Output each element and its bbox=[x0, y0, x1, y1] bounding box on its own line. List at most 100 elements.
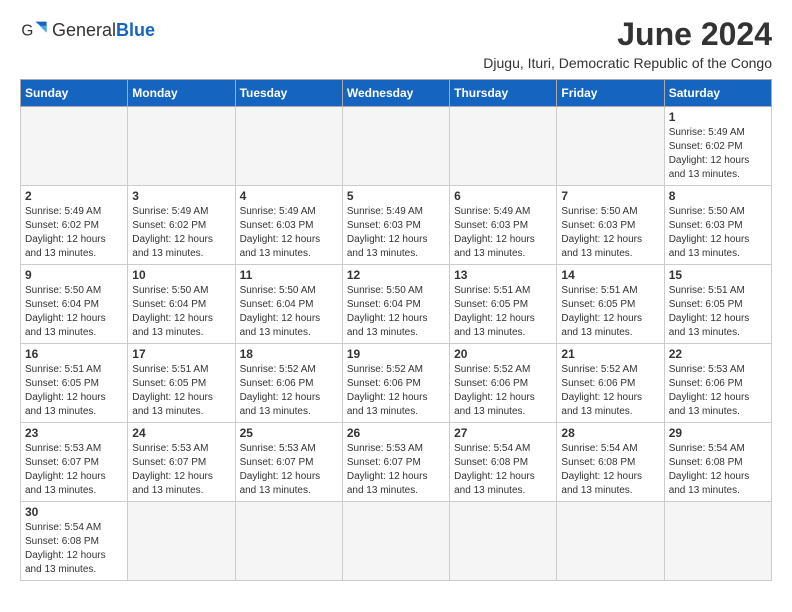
calendar-cell: 18 Sunrise: 5:52 AMSunset: 6:06 PMDayligh… bbox=[235, 344, 342, 423]
calendar-cell bbox=[21, 107, 128, 186]
day-number: 9 bbox=[25, 268, 123, 282]
calendar-cell: 27Sunrise: 5:54 AMSunset: 6:08 PMDayligh… bbox=[450, 423, 557, 502]
calendar-cell: 25 Sunrise: 5:53 AMSunset: 6:07 PMDayligh… bbox=[235, 423, 342, 502]
day-number: 6 bbox=[454, 189, 552, 203]
title-area: June 2024 Djugu, Ituri, Democratic Repub… bbox=[483, 16, 772, 71]
day-info: Sunrise: 5:50 AMSunset: 6:03 PMDaylight:… bbox=[561, 205, 659, 261]
day-number: 4 bbox=[240, 189, 338, 203]
calendar-cell bbox=[128, 502, 235, 581]
calendar-cell: 15 Sunrise: 5:51 AMSunset: 6:05 PMDayligh… bbox=[664, 265, 771, 344]
day-number: 25 bbox=[240, 426, 338, 440]
day-number: 24 bbox=[132, 426, 230, 440]
day-number: 18 bbox=[240, 347, 338, 361]
calendar-cell: 17Sunrise: 5:51 AMSunset: 6:05 PMDayligh… bbox=[128, 344, 235, 423]
calendar-header-thursday: Thursday bbox=[450, 80, 557, 107]
day-info: Sunrise: 5:49 AMSunset: 6:02 PMDaylight:… bbox=[669, 126, 767, 182]
calendar-cell: 21Sunrise: 5:52 AMSunset: 6:06 PMDayligh… bbox=[557, 344, 664, 423]
day-number: 28 bbox=[561, 426, 659, 440]
day-info: Sunrise: 5:49 AMSunset: 6:03 PMDaylight:… bbox=[240, 205, 338, 261]
day-info: Sunrise: 5:50 AMSunset: 6:04 PMDaylight:… bbox=[25, 284, 123, 340]
calendar-cell: 8Sunrise: 5:50 AMSunset: 6:03 PMDaylight… bbox=[664, 186, 771, 265]
svg-text:G: G bbox=[21, 23, 33, 40]
calendar-cell: 26 Sunrise: 5:53 AMSunset: 6:07 PMDayligh… bbox=[342, 423, 449, 502]
calendar-cell: 22 Sunrise: 5:53 AMSunset: 6:06 PMDayligh… bbox=[664, 344, 771, 423]
day-number: 1 bbox=[669, 110, 767, 124]
day-info: Sunrise: 5:54 AMSunset: 6:08 PMDaylight:… bbox=[25, 521, 123, 577]
calendar-header-sunday: Sunday bbox=[21, 80, 128, 107]
day-info: Sunrise: 5:51 AMSunset: 6:05 PMDaylight:… bbox=[561, 284, 659, 340]
calendar-cell: 23 Sunrise: 5:53 AMSunset: 6:07 PMDayligh… bbox=[21, 423, 128, 502]
day-info: Sunrise: 5:52 AMSunset: 6:06 PMDaylight:… bbox=[454, 363, 552, 419]
day-info: Sunrise: 5:54 AMSunset: 6:08 PMDaylight:… bbox=[454, 442, 552, 498]
calendar-cell: 29 Sunrise: 5:54 AMSunset: 6:08 PMDayligh… bbox=[664, 423, 771, 502]
calendar-cell: 24 Sunrise: 5:53 AMSunset: 6:07 PMDayligh… bbox=[128, 423, 235, 502]
calendar-week-row: 16Sunrise: 5:51 AMSunset: 6:05 PMDayligh… bbox=[21, 344, 772, 423]
day-info: Sunrise: 5:53 AMSunset: 6:07 PMDaylight:… bbox=[240, 442, 338, 498]
calendar-table: SundayMondayTuesdayWednesdayThursdayFrid… bbox=[20, 79, 772, 581]
day-number: 21 bbox=[561, 347, 659, 361]
day-info: Sunrise: 5:52 AMSunset: 6:06 PMDaylight:… bbox=[347, 363, 445, 419]
day-number: 22 bbox=[669, 347, 767, 361]
day-info: Sunrise: 5:54 AMSunset: 6:08 PMDaylight:… bbox=[561, 442, 659, 498]
calendar-cell bbox=[342, 107, 449, 186]
calendar-cell: 13Sunrise: 5:51 AMSunset: 6:05 PMDayligh… bbox=[450, 265, 557, 344]
calendar-cell: 28 Sunrise: 5:54 AMSunset: 6:08 PMDayligh… bbox=[557, 423, 664, 502]
day-info: Sunrise: 5:49 AMSunset: 6:03 PMDaylight:… bbox=[454, 205, 552, 261]
calendar-header-tuesday: Tuesday bbox=[235, 80, 342, 107]
calendar-cell: 3 Sunrise: 5:49 AMSunset: 6:02 PMDaylight… bbox=[128, 186, 235, 265]
calendar-cell: 12Sunrise: 5:50 AMSunset: 6:04 PMDayligh… bbox=[342, 265, 449, 344]
day-number: 29 bbox=[669, 426, 767, 440]
day-number: 8 bbox=[669, 189, 767, 203]
calendar-cell: 30 Sunrise: 5:54 AMSunset: 6:08 PMDayligh… bbox=[21, 502, 128, 581]
day-info: Sunrise: 5:49 AMSunset: 6:02 PMDaylight:… bbox=[132, 205, 230, 261]
day-number: 7 bbox=[561, 189, 659, 203]
day-info: Sunrise: 5:53 AMSunset: 6:07 PMDaylight:… bbox=[132, 442, 230, 498]
day-number: 15 bbox=[669, 268, 767, 282]
calendar-cell: 16Sunrise: 5:51 AMSunset: 6:05 PMDayligh… bbox=[21, 344, 128, 423]
logo-blue: Blue bbox=[116, 20, 155, 40]
day-number: 30 bbox=[25, 505, 123, 519]
day-info: Sunrise: 5:51 AMSunset: 6:05 PMDaylight:… bbox=[25, 363, 123, 419]
logo: G GeneralBlue bbox=[20, 16, 155, 44]
calendar-cell: 9 Sunrise: 5:50 AMSunset: 6:04 PMDaylight… bbox=[21, 265, 128, 344]
day-info: Sunrise: 5:53 AMSunset: 6:07 PMDaylight:… bbox=[25, 442, 123, 498]
calendar-cell bbox=[450, 107, 557, 186]
calendar-week-row: 1 Sunrise: 5:49 AMSunset: 6:02 PMDaylight… bbox=[21, 107, 772, 186]
day-info: Sunrise: 5:53 AMSunset: 6:07 PMDaylight:… bbox=[347, 442, 445, 498]
day-number: 13 bbox=[454, 268, 552, 282]
day-number: 14 bbox=[561, 268, 659, 282]
calendar-cell bbox=[235, 502, 342, 581]
logo-icon: G bbox=[20, 16, 48, 44]
calendar-cell: 20Sunrise: 5:52 AMSunset: 6:06 PMDayligh… bbox=[450, 344, 557, 423]
day-info: Sunrise: 5:54 AMSunset: 6:08 PMDaylight:… bbox=[669, 442, 767, 498]
calendar-cell: 5Sunrise: 5:49 AMSunset: 6:03 PMDaylight… bbox=[342, 186, 449, 265]
day-number: 23 bbox=[25, 426, 123, 440]
day-number: 3 bbox=[132, 189, 230, 203]
calendar-cell: 6 Sunrise: 5:49 AMSunset: 6:03 PMDaylight… bbox=[450, 186, 557, 265]
calendar-cell bbox=[128, 107, 235, 186]
calendar-cell bbox=[450, 502, 557, 581]
calendar-header-wednesday: Wednesday bbox=[342, 80, 449, 107]
day-info: Sunrise: 5:50 AMSunset: 6:04 PMDaylight:… bbox=[347, 284, 445, 340]
calendar-header-friday: Friday bbox=[557, 80, 664, 107]
calendar-cell: 2Sunrise: 5:49 AMSunset: 6:02 PMDaylight… bbox=[21, 186, 128, 265]
calendar-cell: 19Sunrise: 5:52 AMSunset: 6:06 PMDayligh… bbox=[342, 344, 449, 423]
day-number: 26 bbox=[347, 426, 445, 440]
calendar-header-monday: Monday bbox=[128, 80, 235, 107]
calendar-cell: 4 Sunrise: 5:49 AMSunset: 6:03 PMDaylight… bbox=[235, 186, 342, 265]
logo-text: GeneralBlue bbox=[52, 20, 155, 41]
calendar-cell bbox=[664, 502, 771, 581]
day-info: Sunrise: 5:52 AMSunset: 6:06 PMDaylight:… bbox=[240, 363, 338, 419]
subtitle: Djugu, Ituri, Democratic Republic of the… bbox=[483, 55, 772, 71]
logo-general: General bbox=[52, 20, 116, 40]
day-info: Sunrise: 5:49 AMSunset: 6:02 PMDaylight:… bbox=[25, 205, 123, 261]
month-title: June 2024 bbox=[483, 16, 772, 53]
calendar-cell: 10Sunrise: 5:50 AMSunset: 6:04 PMDayligh… bbox=[128, 265, 235, 344]
calendar-cell: 7 Sunrise: 5:50 AMSunset: 6:03 PMDaylight… bbox=[557, 186, 664, 265]
day-number: 11 bbox=[240, 268, 338, 282]
day-number: 5 bbox=[347, 189, 445, 203]
calendar-week-row: 30 Sunrise: 5:54 AMSunset: 6:08 PMDayligh… bbox=[21, 502, 772, 581]
day-info: Sunrise: 5:50 AMSunset: 6:04 PMDaylight:… bbox=[240, 284, 338, 340]
day-info: Sunrise: 5:51 AMSunset: 6:05 PMDaylight:… bbox=[669, 284, 767, 340]
day-info: Sunrise: 5:53 AMSunset: 6:06 PMDaylight:… bbox=[669, 363, 767, 419]
